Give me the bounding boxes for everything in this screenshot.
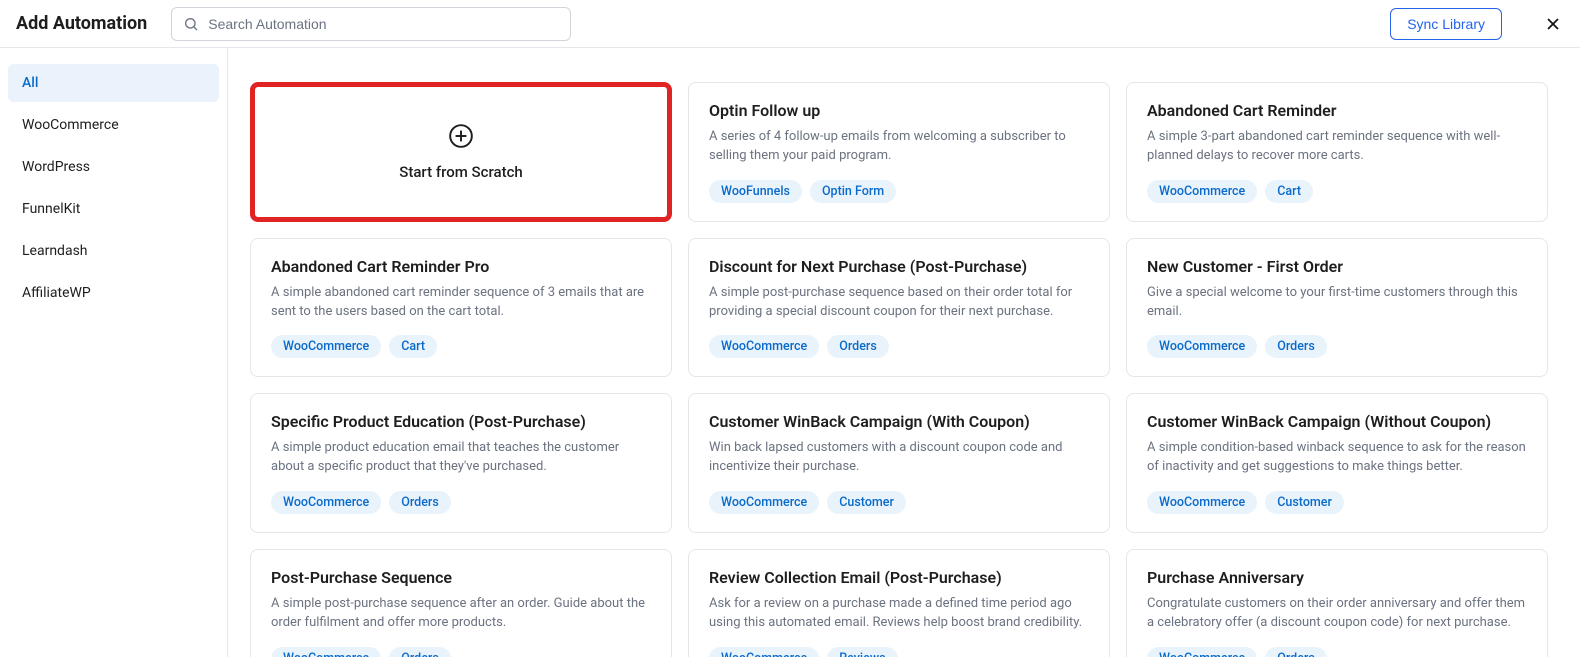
tag[interactable]: WooFunnels: [709, 180, 802, 203]
tag[interactable]: Customer: [1265, 491, 1344, 514]
content-area: Start from Scratch Optin Follow up A seri…: [228, 48, 1580, 657]
sidebar-item-all[interactable]: All: [8, 64, 219, 102]
automation-title: Specific Product Education (Post-Purchas…: [271, 412, 651, 431]
tag-list: WooFunnels Optin Form: [709, 180, 1089, 203]
automation-card[interactable]: Customer WinBack Campaign (Without Coupo…: [1126, 393, 1548, 533]
automation-description: A simple 3-part abandoned cart reminder …: [1147, 128, 1527, 166]
automation-description: Ask for a review on a purchase made a de…: [709, 595, 1089, 633]
start-from-scratch-card[interactable]: Start from Scratch: [250, 82, 672, 222]
automation-title: Post-Purchase Sequence: [271, 568, 651, 587]
tag[interactable]: WooCommerce: [271, 647, 381, 657]
plus-circle-icon: [448, 123, 474, 149]
automation-title: Review Collection Email (Post-Purchase): [709, 568, 1089, 587]
tag[interactable]: WooCommerce: [271, 335, 381, 358]
page-title: Add Automation: [16, 13, 147, 34]
tag-list: WooCommerce Orders: [271, 647, 651, 657]
sidebar: All WooCommerce WordPress FunnelKit Learndas…: [0, 48, 228, 657]
automation-description: A simple post-purchase sequence after an…: [271, 595, 651, 633]
automation-description: A series of 4 follow-up emails from welc…: [709, 128, 1089, 166]
automation-card[interactable]: Post-Purchase Sequence A simple post-purc…: [250, 549, 672, 657]
tag-list: WooCommerce Orders: [271, 491, 651, 514]
tag[interactable]: Cart: [389, 335, 437, 358]
automation-title: Customer WinBack Campaign (With Coupon): [709, 412, 1089, 431]
tag-list: WooCommerce Customer: [709, 491, 1089, 514]
automation-title: Abandoned Cart Reminder: [1147, 101, 1527, 120]
tag[interactable]: WooCommerce: [709, 335, 819, 358]
sync-library-button[interactable]: Sync Library: [1390, 8, 1502, 40]
close-button[interactable]: [1542, 13, 1564, 35]
automation-description: A simple abandoned cart reminder sequenc…: [271, 284, 651, 322]
sidebar-item-learndash[interactable]: Learndash: [8, 232, 219, 270]
automation-card[interactable]: Abandoned Cart Reminder Pro A simple aban…: [250, 238, 672, 378]
close-icon: [1543, 14, 1563, 34]
search-wrap: [171, 7, 571, 41]
automation-description: Win back lapsed customers with a discoun…: [709, 439, 1089, 477]
automation-description: A simple product education email that te…: [271, 439, 651, 477]
tag[interactable]: WooCommerce: [1147, 647, 1257, 657]
tag[interactable]: Cart: [1265, 180, 1313, 203]
tag[interactable]: Orders: [827, 335, 889, 358]
automation-title: Abandoned Cart Reminder Pro: [271, 257, 651, 276]
automation-card[interactable]: New Customer - First Order Give a special…: [1126, 238, 1548, 378]
tag[interactable]: Customer: [827, 491, 906, 514]
body: All WooCommerce WordPress FunnelKit Learndas…: [0, 48, 1580, 657]
automation-card[interactable]: Customer WinBack Campaign (With Coupon) W…: [688, 393, 1110, 533]
sidebar-item-funnelkit[interactable]: FunnelKit: [8, 190, 219, 228]
automation-card[interactable]: Review Collection Email (Post-Purchase) A…: [688, 549, 1110, 657]
tag[interactable]: WooCommerce: [709, 491, 819, 514]
automation-title: Optin Follow up: [709, 101, 1089, 120]
tag-list: WooCommerce Reviews: [709, 647, 1089, 657]
automation-card[interactable]: Abandoned Cart Reminder A simple 3-part a…: [1126, 82, 1548, 222]
tag-list: WooCommerce Orders: [709, 335, 1089, 358]
automation-description: A simple condition-based winback sequenc…: [1147, 439, 1527, 477]
tag[interactable]: WooCommerce: [271, 491, 381, 514]
automation-card[interactable]: Purchase Anniversary Congratulate custome…: [1126, 549, 1548, 657]
header: Add Automation Sync Library: [0, 0, 1580, 48]
tag-list: WooCommerce Orders: [1147, 335, 1527, 358]
tag-list: WooCommerce Orders: [1147, 647, 1527, 657]
automation-description: Give a special welcome to your first-tim…: [1147, 284, 1527, 322]
tag[interactable]: Orders: [389, 647, 451, 657]
search-icon: [183, 16, 199, 32]
search-input[interactable]: [171, 7, 571, 41]
tag-list: WooCommerce Customer: [1147, 491, 1527, 514]
tag[interactable]: WooCommerce: [1147, 335, 1257, 358]
sidebar-item-affiliatewp[interactable]: AffiliateWP: [8, 274, 219, 312]
automation-card[interactable]: Specific Product Education (Post-Purchas…: [250, 393, 672, 533]
tag[interactable]: WooCommerce: [1147, 491, 1257, 514]
tag[interactable]: Optin Form: [810, 180, 896, 203]
tag[interactable]: Orders: [1265, 647, 1327, 657]
tag-list: WooCommerce Cart: [1147, 180, 1527, 203]
tag[interactable]: Orders: [389, 491, 451, 514]
automation-title: Discount for Next Purchase (Post-Purchas…: [709, 257, 1089, 276]
automation-grid: Start from Scratch Optin Follow up A seri…: [250, 82, 1548, 657]
tag[interactable]: WooCommerce: [1147, 180, 1257, 203]
automation-title: Purchase Anniversary: [1147, 568, 1527, 587]
tag[interactable]: Orders: [1265, 335, 1327, 358]
automation-card[interactable]: Optin Follow up A series of 4 follow-up e…: [688, 82, 1110, 222]
tag-list: WooCommerce Cart: [271, 335, 651, 358]
start-from-scratch-label: Start from Scratch: [399, 163, 522, 181]
automation-description: A simple post-purchase sequence based on…: [709, 284, 1089, 322]
sidebar-item-woocommerce[interactable]: WooCommerce: [8, 106, 219, 144]
automation-title: Customer WinBack Campaign (Without Coupo…: [1147, 412, 1527, 431]
sidebar-item-wordpress[interactable]: WordPress: [8, 148, 219, 186]
automation-description: Congratulate customers on their order an…: [1147, 595, 1527, 633]
tag[interactable]: Reviews: [827, 647, 897, 657]
tag[interactable]: WooCommerce: [709, 647, 819, 657]
automation-card[interactable]: Discount for Next Purchase (Post-Purchas…: [688, 238, 1110, 378]
automation-title: New Customer - First Order: [1147, 257, 1527, 276]
